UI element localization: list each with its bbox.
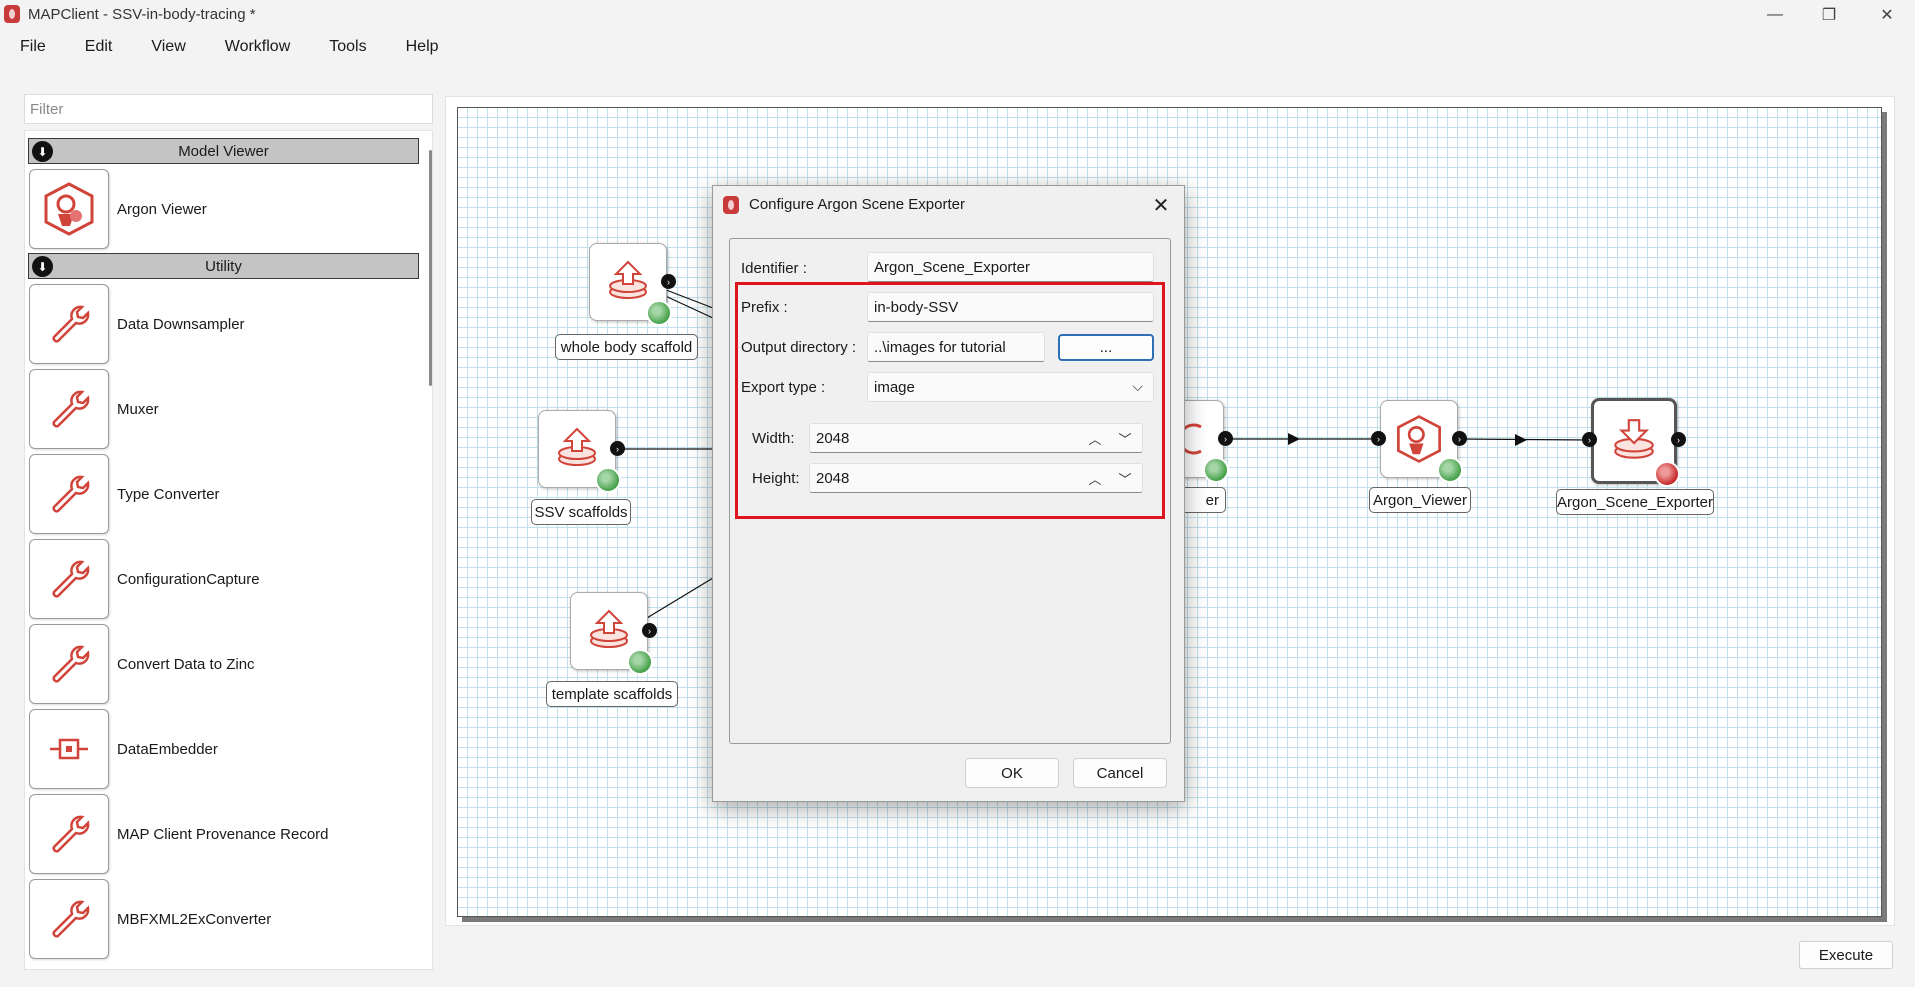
status-badge <box>646 300 672 326</box>
node-label: Argon_Viewer <box>1369 487 1471 513</box>
file-upload-icon <box>558 427 596 466</box>
wrench-icon <box>29 539 109 619</box>
step-label: DataEmbedder <box>117 740 218 758</box>
menu-tools[interactable]: Tools <box>329 34 366 62</box>
menu-help[interactable]: Help <box>406 34 439 62</box>
step-item-data-downsampler[interactable]: Data Downsampler <box>25 283 425 365</box>
step-label: MAP Client Provenance Record <box>117 825 329 843</box>
file-download-icon <box>1614 419 1654 459</box>
identifier-label: Identifier : <box>741 260 807 277</box>
category-label: Model Viewer <box>178 142 269 160</box>
category-label: Utility <box>205 257 242 275</box>
close-window-button[interactable]: ✕ <box>1867 2 1907 28</box>
category-utility[interactable]: ⬇ Utility <box>28 253 419 279</box>
step-label: Argon Viewer <box>117 200 207 218</box>
status-badge <box>595 467 621 493</box>
node-label: Argon_Scene_Exporter <box>1556 489 1714 515</box>
cancel-button[interactable]: Cancel <box>1073 758 1167 788</box>
node-label: template scaffolds <box>546 681 678 707</box>
input-port[interactable]: › <box>1582 432 1597 447</box>
dialog-close-icon[interactable]: ✕ <box>1146 190 1176 220</box>
output-port[interactable]: › <box>1452 431 1467 446</box>
status-badge <box>1654 461 1680 487</box>
step-label: Data Downsampler <box>117 315 245 333</box>
argon-viewer-icon <box>29 169 109 249</box>
maximize-button[interactable]: ❐ <box>1809 2 1849 28</box>
filter-field <box>24 94 433 124</box>
step-label: Type Converter <box>117 485 220 503</box>
menu-bar: File Edit View Workflow Tools Help <box>0 34 458 62</box>
step-item-mbfxml2ex-converter[interactable]: MBFXML2ExConverter <box>25 878 425 960</box>
step-label: MBFXML2ExConverter <box>117 910 272 928</box>
menu-workflow[interactable]: Workflow <box>225 34 291 62</box>
minimize-button[interactable]: — <box>1755 2 1795 28</box>
identifier-field[interactable]: Argon_Scene_Exporter <box>867 252 1154 282</box>
wrench-icon <box>29 454 109 534</box>
menu-file[interactable]: File <box>20 34 46 62</box>
output-port[interactable]: › <box>1671 432 1686 447</box>
configure-dialog: Configure Argon Scene Exporter ✕ Identif… <box>712 185 1185 802</box>
menu-view[interactable]: View <box>151 34 185 62</box>
wrench-icon <box>29 794 109 874</box>
highlight-box <box>735 282 1165 519</box>
filter-input[interactable] <box>25 95 432 123</box>
status-badge <box>1203 457 1229 483</box>
node-argon-scene-exporter[interactable]: › › <box>1582 398 1686 487</box>
step-label: ConfigurationCapture <box>117 570 260 588</box>
step-label: Muxer <box>117 400 159 418</box>
embed-icon <box>29 709 109 789</box>
wrench-icon <box>29 879 109 959</box>
step-item-configuration-capture[interactable]: ConfigurationCapture <box>25 538 425 620</box>
argon-viewer-icon <box>1397 415 1441 463</box>
file-upload-icon <box>590 609 628 648</box>
node-label: er <box>1178 487 1226 513</box>
status-badge <box>1437 457 1463 483</box>
step-list: ⬇ Model Viewer Argon Viewer ⬇ Utility Da… <box>24 130 433 970</box>
status-badge <box>627 649 653 675</box>
node-template-scaffolds[interactable]: › <box>570 592 657 675</box>
step-item-argon-viewer[interactable]: Argon Viewer <box>25 168 425 250</box>
node-label: SSV scaffolds <box>531 499 631 525</box>
input-port[interactable]: › <box>1371 431 1386 446</box>
title-bar: MAPClient - SSV-in-body-tracing * — ❐ ✕ <box>0 0 1915 30</box>
output-port[interactable]: › <box>610 441 625 456</box>
step-item-type-converter[interactable]: Type Converter <box>25 453 425 535</box>
wrench-icon <box>29 284 109 364</box>
expand-arrow-icon[interactable]: ⬇ <box>32 256 53 277</box>
node-whole-body-scaffold[interactable]: › <box>589 243 676 326</box>
category-model-viewer[interactable]: ⬇ Model Viewer <box>28 138 419 164</box>
ok-button[interactable]: OK <box>965 758 1059 788</box>
file-upload-icon <box>609 260 647 299</box>
menu-edit[interactable]: Edit <box>85 34 113 62</box>
app-icon <box>723 196 739 214</box>
wrench-icon <box>29 624 109 704</box>
step-item-data-embedder[interactable]: DataEmbedder <box>25 708 425 790</box>
node-label: whole body scaffold <box>555 334 698 360</box>
expand-arrow-icon[interactable]: ⬇ <box>32 141 53 162</box>
wrench-icon <box>29 369 109 449</box>
step-list-scrollbar[interactable] <box>429 150 432 386</box>
node-argon-viewer[interactable]: › › <box>1371 400 1467 483</box>
output-port[interactable]: › <box>1218 431 1233 446</box>
app-icon <box>4 5 20 23</box>
step-item-convert-data-to-zinc[interactable]: Convert Data to Zinc <box>25 623 425 705</box>
step-item-provenance-record[interactable]: MAP Client Provenance Record <box>25 793 425 875</box>
window-title: MAPClient - SSV-in-body-tracing * <box>28 6 256 23</box>
dialog-title: Configure Argon Scene Exporter <box>749 196 965 213</box>
node-ssv-scaffolds[interactable]: › <box>538 410 625 493</box>
output-port[interactable]: › <box>661 274 676 289</box>
step-item-muxer[interactable]: Muxer <box>25 368 425 450</box>
step-label: Convert Data to Zinc <box>117 655 255 673</box>
execute-button[interactable]: Execute <box>1799 941 1893 969</box>
output-port[interactable]: › <box>642 623 657 638</box>
